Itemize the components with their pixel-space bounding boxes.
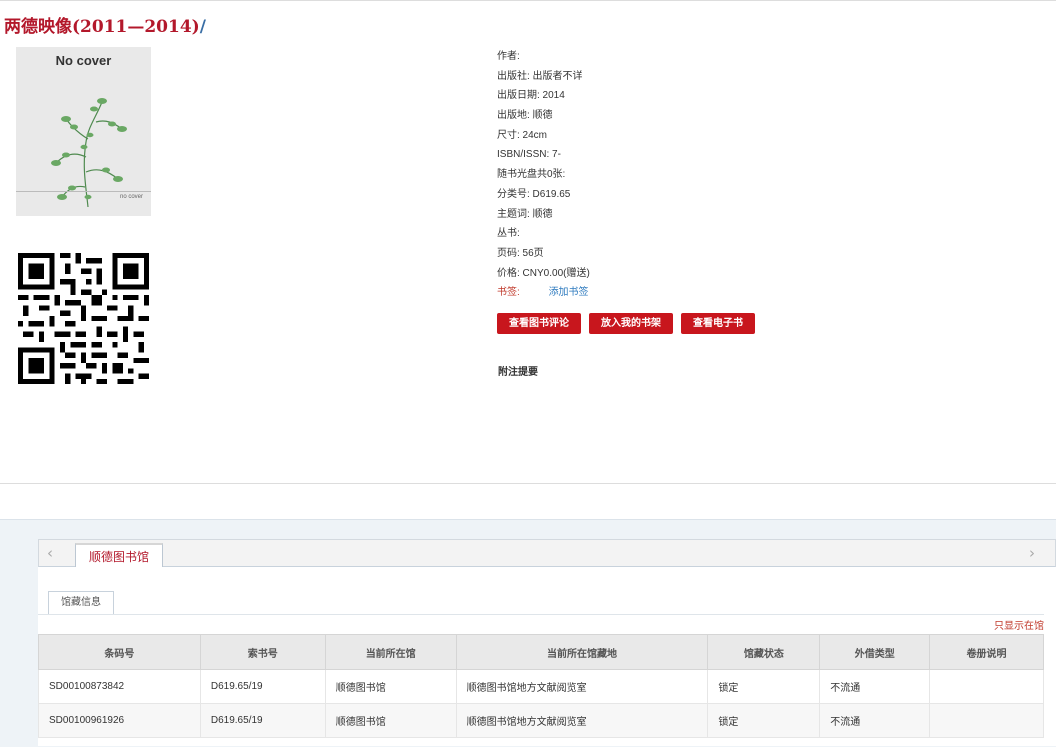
table-row: SD00100873842 D619.65/19 顺德图书馆 顺德图书馆地方文献… [38, 669, 1044, 704]
section-divider [0, 483, 1056, 484]
cell-status: 锁定 [707, 703, 821, 738]
meta-author: 作者: [497, 51, 520, 62]
cell-loan-type: 不流通 [819, 669, 931, 704]
cell-loan-type: 不流通 [819, 703, 931, 738]
meta-series: 丛书: [497, 228, 520, 240]
book-cover-image: No cover no cover [16, 47, 151, 216]
col-volume-note: 卷册说明 [929, 634, 1044, 670]
cell-barcode: SD00100961926 [38, 703, 201, 738]
holdings-table: 条码号 索书号 当前所在馆 当前所在馆藏地 馆藏状态 外借类型 卷册说明 SD0… [38, 634, 1044, 738]
meta-price: 价格: CNY0.00(赠送) [497, 267, 590, 279]
library-tab-bar: ‹ › [38, 539, 1056, 567]
meta-pages: 页码: 56页 [497, 247, 544, 259]
meta-publish-date: 出版日期: 2014 [497, 90, 565, 102]
cell-library: 顺德图书馆 [324, 703, 457, 738]
meta-size: 尺寸: 24cm [497, 129, 548, 141]
table-row: SD00100961926 D619.65/19 顺德图书馆 顺德图书馆地方文献… [38, 703, 1044, 738]
tags-label: 书签: [497, 287, 520, 299]
add-tag-link[interactable]: 添加书签 [549, 287, 589, 298]
top-divider [0, 0, 1056, 1]
meta-isbn: ISBN/ISSN: 7- [497, 149, 561, 161]
meta-publish-place: 出版地: 顺德 [497, 110, 553, 122]
add-to-shelf-button[interactable]: 放入我的书架 [589, 313, 673, 334]
view-reviews-button[interactable]: 查看图书评论 [497, 313, 581, 334]
title-slash: / [199, 17, 206, 37]
cell-call-number: D619.65/19 [199, 669, 326, 704]
cover-rule [16, 191, 151, 192]
col-barcode: 条码号 [38, 634, 201, 670]
book-metadata: 作者: 出版社: 出版者不详 出版日期: 2014 出版地: 顺德 尺寸: 24… [497, 50, 590, 306]
book-title: 两德映像(2011—2014) [4, 17, 200, 37]
cell-location: 顺德图书馆地方文献阅览室 [455, 703, 709, 738]
sub-tab-divider [38, 614, 1044, 615]
table-header-row: 条码号 索书号 当前所在馆 当前所在馆藏地 馆藏状态 外借类型 卷册说明 [38, 634, 1044, 670]
page-title: 两德映像(2011—2014)/ [4, 12, 206, 37]
col-status: 馆藏状态 [707, 634, 821, 670]
tab-library[interactable]: 顺德图书馆 [75, 543, 164, 567]
view-ebook-button[interactable]: 查看电子书 [681, 313, 755, 334]
cell-call-number: D619.65/19 [199, 703, 326, 738]
meta-publisher: 出版社: 出版者不详 [497, 70, 583, 82]
cell-library: 顺德图书馆 [324, 669, 457, 704]
cell-volume-note [929, 669, 1044, 704]
tab-scroll-left-icon[interactable]: ‹ [47, 544, 53, 562]
only-in-library-link[interactable]: 只显示在馆 [994, 617, 1044, 632]
cell-barcode: SD00100873842 [38, 669, 201, 704]
meta-classification: 分类号: D619.65 [497, 188, 571, 200]
tab-scroll-right-icon[interactable]: › [1029, 544, 1035, 562]
meta-cd: 随书光盘共0张: [497, 169, 566, 181]
action-buttons: 查看图书评论 放入我的书架 查看电子书 [497, 313, 755, 334]
col-call-number: 索书号 [199, 634, 326, 670]
qr-code [18, 253, 149, 384]
meta-tags: 书签: 添加书签 [497, 286, 590, 306]
col-current-library: 当前所在馆 [324, 634, 457, 670]
cell-status: 锁定 [707, 669, 821, 704]
col-loan-type: 外借类型 [819, 634, 931, 670]
col-current-location: 当前所在馆藏地 [455, 634, 709, 670]
meta-subject: 主题词: 顺德 [497, 208, 553, 220]
tab-holdings-info[interactable]: 馆藏信息 [48, 591, 114, 615]
notes-heading: 附注提要 [498, 367, 538, 378]
cell-location: 顺德图书馆地方文献阅览室 [455, 669, 709, 704]
cell-volume-note [929, 703, 1044, 738]
cover-footer-label: no cover [119, 194, 143, 200]
